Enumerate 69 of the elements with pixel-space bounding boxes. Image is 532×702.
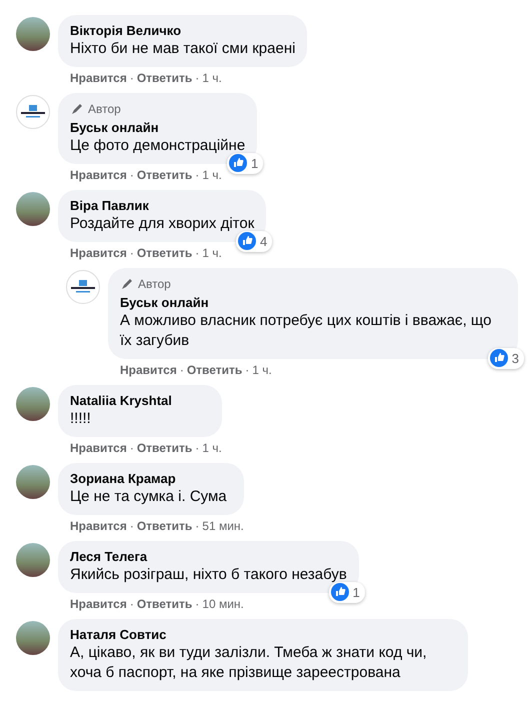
page-logo-avatar[interactable] [16, 95, 50, 129]
action-link[interactable]: Нравится [70, 71, 127, 85]
comment-text: Це не та сумка і. Сума [70, 487, 228, 507]
action-link[interactable]: Нравится [70, 441, 127, 455]
comment-time[interactable]: 1 ч. [202, 168, 222, 182]
separator-dot: · [180, 363, 184, 377]
separator-dot: · [195, 71, 200, 85]
separator-dot: · [195, 597, 200, 611]
separator-dot: · [130, 71, 134, 85]
comment-time[interactable]: 10 мин. [202, 597, 244, 611]
author-label: Автор [138, 276, 171, 292]
reaction-count[interactable]: 1 [226, 152, 264, 174]
comment-author[interactable]: Зориана Крамар [70, 471, 232, 487]
page-logo-avatar[interactable] [66, 270, 100, 304]
comment-time[interactable]: 1 ч. [202, 441, 222, 455]
action-link[interactable]: Нравится [120, 363, 177, 377]
comment-author[interactable]: Nataliia Kryshtal [70, 393, 210, 409]
action-link[interactable]: Нравится [70, 246, 127, 260]
pen-icon [120, 277, 134, 291]
comment-time[interactable]: 51 мин. [202, 519, 244, 533]
avatar-photo[interactable] [16, 192, 50, 226]
pen-icon [70, 102, 84, 116]
avatar-photo[interactable] [16, 543, 50, 577]
logo-icon [20, 105, 46, 119]
action-link[interactable]: Нравится [70, 597, 127, 611]
reaction-count[interactable]: 3 [488, 348, 524, 369]
action-link[interactable]: Ответить [136, 246, 192, 260]
separator-dot: · [195, 246, 200, 260]
separator-dot: · [130, 246, 134, 260]
separator-dot: · [245, 363, 250, 377]
comment-text: А, цікаво, як ви туди залізли. Тмеба ж знати код чи, хоча б паспорт, на яке прізвище зареестрована [70, 643, 428, 683]
separator-dot: · [195, 441, 200, 455]
like-icon [238, 232, 256, 250]
comment-author[interactable]: Леся Телега [70, 549, 347, 565]
action-link[interactable]: Ответить [136, 168, 192, 182]
reaction-count[interactable]: 4 [236, 230, 272, 252]
action-link[interactable]: Ответить [186, 363, 242, 377]
avatar-photo[interactable] [16, 621, 50, 655]
comment-text: !!!!! [70, 409, 92, 429]
reaction-count[interactable]: 1 [328, 582, 365, 603]
action-link[interactable]: Нравится [70, 519, 127, 533]
separator-dot: · [195, 519, 200, 533]
comment-author[interactable]: Буськ онлайн [70, 120, 246, 136]
comment-author[interactable]: Буськ онлайн [120, 295, 506, 311]
like-icon [490, 349, 508, 368]
separator-dot: · [195, 168, 200, 182]
comment-author[interactable]: Віра Павлик [70, 198, 254, 214]
avatar-photo[interactable] [16, 387, 50, 421]
comment-time[interactable]: 1 ч. [252, 363, 272, 377]
comment-text: Ніхто би не мав такої сми краені [70, 39, 296, 59]
comment-author[interactable]: Вікторія Величко [70, 23, 296, 39]
action-link[interactable]: Ответить [136, 597, 192, 611]
logo-icon [70, 280, 96, 294]
action-link[interactable]: Нравится [70, 168, 127, 182]
like-icon [330, 583, 349, 602]
author-label: Автор [88, 101, 121, 117]
comment-author[interactable]: Наталя Совтис [70, 627, 456, 643]
avatar-photo[interactable] [16, 17, 50, 51]
separator-dot: · [130, 441, 134, 455]
action-link[interactable]: Ответить [136, 441, 192, 455]
action-link[interactable]: Ответить [136, 71, 192, 85]
separator-dot: · [130, 519, 134, 533]
separator-dot: · [130, 597, 134, 611]
separator-dot: · [130, 168, 134, 182]
avatar-photo[interactable] [16, 465, 50, 499]
comment-time[interactable]: 1 ч. [202, 246, 222, 260]
action-link[interactable]: Ответить [136, 519, 192, 533]
comment-time[interactable]: 1 ч. [202, 71, 222, 85]
like-icon [228, 154, 247, 172]
